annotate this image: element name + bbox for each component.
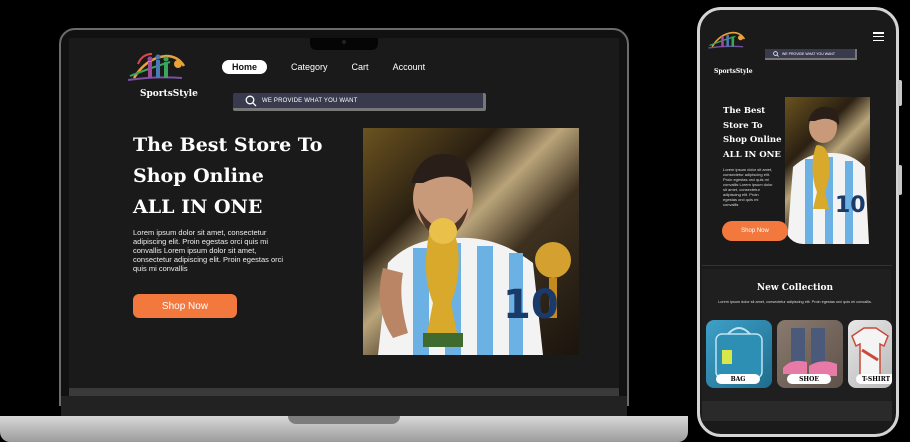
hero-title: The Best Store To Shop Online ALL IN ONE bbox=[133, 130, 363, 223]
svg-text:10: 10 bbox=[503, 282, 559, 328]
mobile-brand-name: SportsStyle bbox=[714, 68, 753, 75]
search-placeholder: WE PROVIDE WHAT YOU WANT bbox=[262, 97, 358, 104]
phone-side-button-1 bbox=[898, 80, 902, 106]
search-icon bbox=[245, 95, 257, 106]
hamburger-menu-icon[interactable] bbox=[873, 32, 884, 42]
mobile-search-placeholder: WE PROVIDE WHAT YOU WANT bbox=[782, 51, 835, 56]
mobile-player-illustration: 10 bbox=[787, 106, 869, 244]
mobile-logo-icon[interactable] bbox=[707, 24, 747, 54]
logo-icon[interactable] bbox=[126, 48, 188, 84]
laptop-chin bbox=[61, 396, 627, 416]
nav-account[interactable]: Account bbox=[393, 60, 426, 74]
mobile-search-bar[interactable]: WE PROVIDE WHAT YOU WANT bbox=[765, 49, 857, 60]
search-bar[interactable]: WE PROVIDE WHAT YOU WANT bbox=[233, 93, 486, 111]
nav-cart[interactable]: Cart bbox=[352, 60, 369, 74]
hero-title-line-2: Shop Online bbox=[133, 165, 264, 187]
search-icon bbox=[773, 50, 779, 57]
brand-name: SportsStyle bbox=[140, 89, 198, 99]
nav-home[interactable]: Home bbox=[222, 60, 268, 74]
phone-side-button-2 bbox=[898, 165, 902, 195]
hero-image: 10 bbox=[363, 128, 579, 355]
shop-now-button[interactable]: Shop Now bbox=[133, 294, 237, 318]
mobile-shop-now-button[interactable]: Shop Now bbox=[722, 221, 788, 241]
laptop-base-notch bbox=[288, 416, 400, 424]
hero-title-line-1: The Best Store To bbox=[133, 134, 323, 156]
hero-title-line-3: ALL IN ONE bbox=[133, 196, 263, 218]
hero-description: Lorem ipsum dolor sit amet, consectetur … bbox=[133, 228, 284, 273]
nav-category[interactable]: Category bbox=[291, 60, 328, 74]
mobile-hero-image: 10 bbox=[785, 97, 870, 244]
camera-icon bbox=[342, 40, 346, 44]
main-nav: Home Category Cart Account bbox=[222, 60, 449, 74]
svg-text:10: 10 bbox=[835, 193, 866, 218]
player-illustration: 10 bbox=[378, 153, 571, 355]
screen-bottom-bar bbox=[69, 388, 619, 396]
